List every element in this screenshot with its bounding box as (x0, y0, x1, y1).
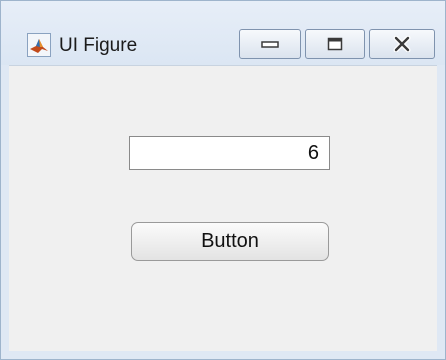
numeric-edit-field[interactable] (129, 136, 330, 170)
title-bar[interactable]: UI Figure (1, 1, 445, 65)
figure-content-area: Button (9, 65, 437, 351)
close-button[interactable] (369, 29, 435, 59)
maximize-button[interactable] (305, 29, 365, 59)
minimize-button[interactable] (239, 29, 301, 59)
figure-window: UI Figure 6 Button (0, 0, 446, 360)
window-title: UI Figure (59, 35, 138, 56)
matlab-icon (27, 33, 51, 57)
push-button[interactable]: Button (131, 222, 329, 261)
